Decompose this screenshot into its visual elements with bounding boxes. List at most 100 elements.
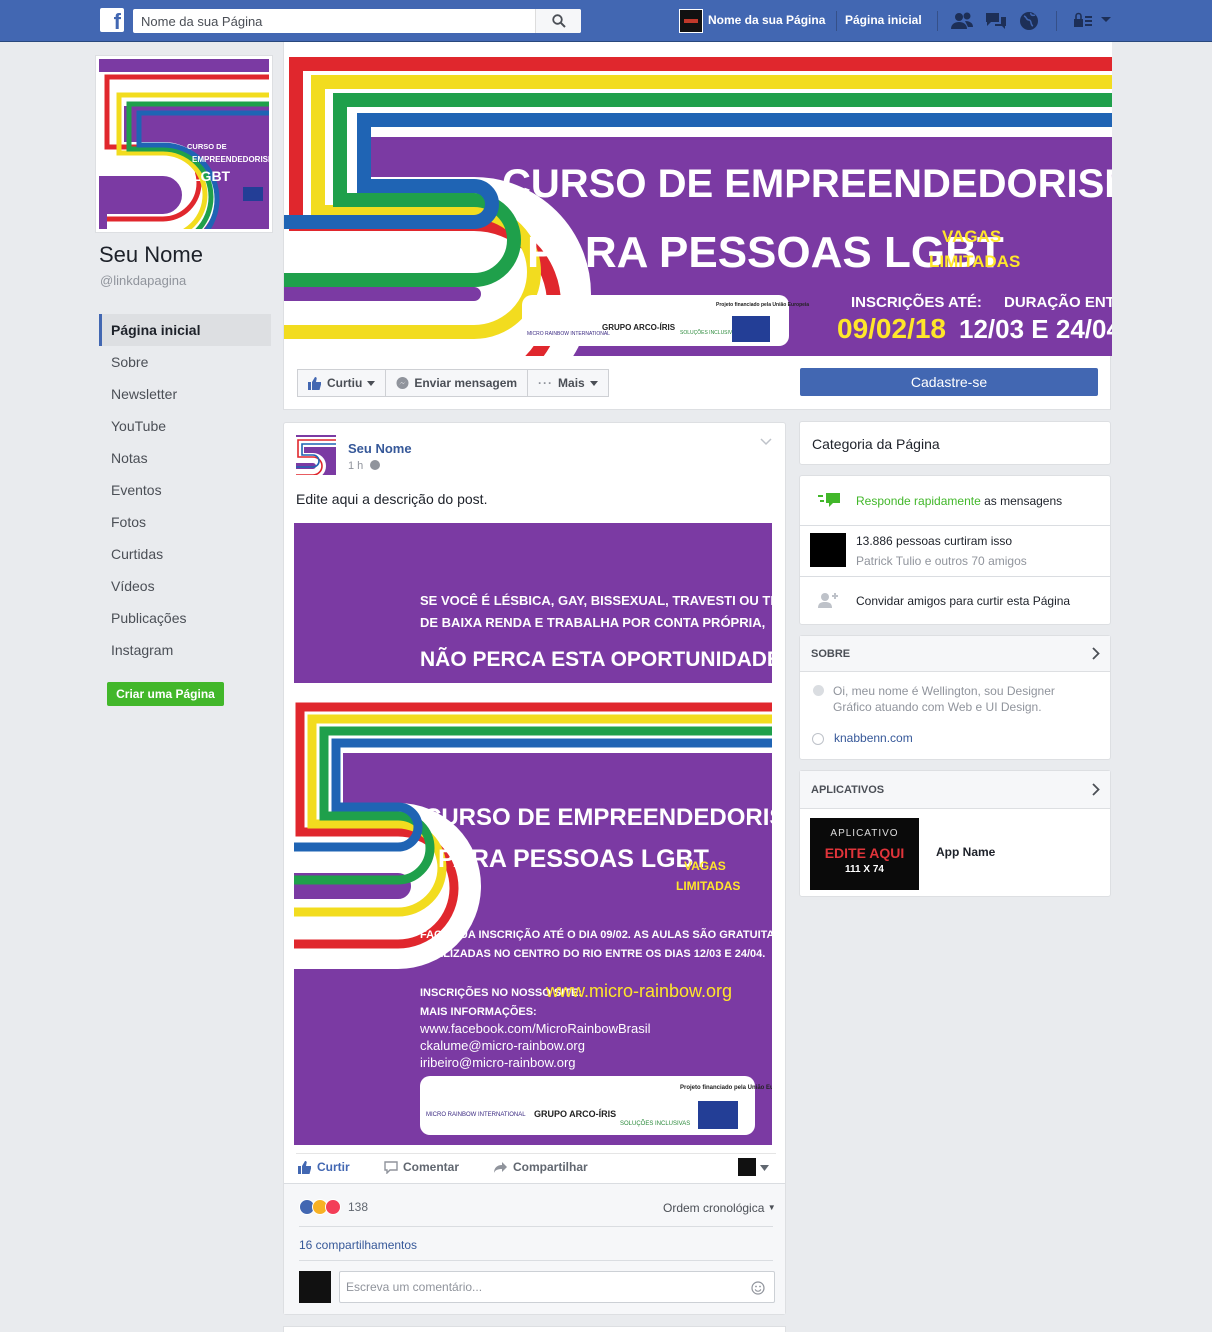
cover-artwork: CURSO DE EMPREENDEDORISMO PARA PESSOAS L… (284, 42, 1112, 356)
search-box (133, 9, 581, 33)
nav-item-posts[interactable]: Publicações (99, 602, 271, 634)
post-author-name[interactable]: Seu Nome (348, 441, 412, 456)
apps-card-header[interactable]: APLICATIVOS (800, 771, 1110, 809)
post-author-avatar[interactable] (296, 435, 336, 475)
account-menu-chevron-down-icon[interactable] (1100, 16, 1112, 24)
post-card: Seu Nome 1 h Edite aqui a descrição do p… (283, 422, 786, 1315)
comment-order-dropdown[interactable]: Ordem cronológica ▼ (663, 1201, 776, 1215)
nav-item-events[interactable]: Eventos (99, 474, 271, 506)
facebook-logo-icon[interactable]: f (100, 8, 124, 34)
nav-item-videos[interactable]: Vídeos (99, 570, 271, 602)
divider (800, 525, 1110, 526)
chevron-right-icon (1092, 647, 1100, 660)
reactions-summary[interactable]: 138 (299, 1199, 368, 1215)
signup-button[interactable]: Cadastre-se (800, 368, 1098, 396)
nav-item-likes[interactable]: Curtidas (99, 538, 271, 570)
divider (1056, 11, 1057, 31)
nav-item-home[interactable]: Página inicial (99, 314, 271, 346)
emoji-icon[interactable] (751, 1281, 765, 1295)
avatar-image (296, 435, 336, 475)
nav-item-notes[interactable]: Notas (99, 442, 271, 474)
fast-response-icon (818, 493, 840, 507)
shares-count-link[interactable]: 16 compartilhamentos (299, 1238, 417, 1252)
page-name[interactable]: Seu Nome (99, 242, 203, 268)
more-button[interactable]: ··· Mais (527, 369, 609, 397)
search-button[interactable] (535, 9, 581, 33)
profile-line3: LGBT (192, 168, 231, 184)
img-logo-2: GRUPO ARCO-ÍRIS (534, 1109, 616, 1119)
send-message-button[interactable]: Enviar mensagem (385, 369, 529, 397)
share-as-avatar[interactable] (738, 1158, 756, 1176)
profile-line2: EMPREENDEDORISMO (192, 155, 269, 164)
page-category[interactable]: Categoria da Página (812, 436, 940, 452)
love-reaction-icon (325, 1199, 341, 1215)
caret-down-icon: ▼ (767, 1203, 776, 1212)
friend-avatar[interactable] (810, 533, 846, 567)
nav-item-about[interactable]: Sobre (99, 346, 271, 378)
search-input[interactable] (133, 9, 533, 33)
page-username[interactable]: @linkdapagina (100, 273, 186, 288)
nav-item-youtube[interactable]: YouTube (99, 410, 271, 442)
notifications-globe-icon[interactable] (1018, 11, 1040, 31)
invite-friends-link[interactable]: Convidar amigos para curtir esta Página (856, 594, 1070, 608)
chevron-down-icon (367, 380, 376, 386)
cover-logo-3: SOLUÇÕES INCLUSIVAS (680, 329, 739, 336)
comment-button[interactable]: Comentar (384, 1160, 459, 1174)
post-timestamp[interactable]: 1 h (348, 460, 381, 472)
img-intro-2: DE BAIXA RENDA E TRABALHA POR CONTA PRÓP… (420, 615, 765, 630)
cover-logo-2: GRUPO ARCO-ÍRIS (602, 323, 676, 332)
app-thumb-line-1: APLICATIVO (830, 828, 899, 839)
about-description: Oi, meu nome é Wellington, sou Designer … (833, 683, 1055, 715)
cover-dur-dates: 12/03 E 24/04 (959, 314, 1112, 344)
app-name-link[interactable]: App Name (936, 845, 995, 859)
top-page-name-link[interactable]: Nome da sua Página (708, 13, 825, 27)
website-globe-icon (812, 733, 824, 745)
img-logo-1: MICRO RAINBOW INTERNATIONAL (426, 1112, 526, 1118)
img-logo-4: Projeto financiado pela União Europeia (680, 1085, 772, 1091)
nav-item-instagram[interactable]: Instagram (99, 634, 271, 666)
profile-picture[interactable]: CURSO DE EMPREENDEDORISMO LGBT (90, 55, 281, 256)
comment-input[interactable] (340, 1272, 730, 1302)
img-link-3: iribeiro@micro-rainbow.org (420, 1055, 576, 1070)
nav-item-photos[interactable]: Fotos (99, 506, 271, 538)
like-button[interactable]: Curtir (298, 1160, 350, 1174)
response-rate-highlight: Responde rapidamente (856, 494, 981, 508)
like-label: Curtir (317, 1160, 350, 1174)
reaction-count: 138 (348, 1200, 369, 1214)
add-friend-icon (818, 593, 838, 608)
cover-photo[interactable]: CURSO DE EMPREENDEDORISMO PARA PESSOAS L… (284, 42, 1112, 356)
post-options-chevron-down-icon[interactable] (760, 438, 772, 446)
about-text-line-2: Gráfico atuando com Web e UI Design. (833, 700, 1042, 714)
friends-like-text[interactable]: Patrick Tulio e outros 70 amigos (856, 554, 1027, 568)
cover-vagas-2: LIMITADAS (929, 252, 1020, 271)
create-page-button[interactable]: Criar uma Página (107, 682, 224, 706)
app-thumbnail[interactable]: APLICATIVO EDITE AQUI 111 X 74 (810, 818, 919, 890)
top-home-link[interactable]: Página inicial (845, 13, 922, 27)
about-text-line-1: Oi, meu nome é Wellington, sou Designer (833, 684, 1055, 698)
app-thumb-line-2: EDITE AQUI (824, 845, 905, 861)
divider (937, 11, 938, 31)
privacy-shortcuts-icon[interactable] (1073, 11, 1093, 31)
share-as-chevron-down-icon[interactable] (760, 1165, 769, 1171)
post-image[interactable]: SE VOCÊ É LÉSBICA, GAY, BISSEXUAL, TRAVE… (294, 523, 772, 1145)
page-likes-count[interactable]: 13.886 pessoas curtiram isso (856, 534, 1012, 548)
website-link[interactable]: knabbenn.com (834, 731, 913, 745)
page-action-bar: Curtiu Enviar mensagem ··· Mais (297, 369, 609, 397)
img-more-info: MAIS INFORMAÇÕES: (420, 1005, 537, 1018)
divider (299, 1260, 773, 1261)
nav-item-newsletter[interactable]: Newsletter (99, 378, 271, 410)
page-thumbnail-icon[interactable] (679, 9, 703, 33)
more-label: Mais (558, 376, 585, 390)
comment-bubble-icon (384, 1160, 398, 1174)
cover-vagas-1: VAGAS (942, 227, 1001, 246)
friend-requests-icon[interactable] (950, 11, 974, 31)
cover-insc-date: 09/02/18 (837, 313, 946, 344)
page-category-card: Categoria da Página (799, 421, 1111, 465)
post-action-bar: Curtir Comentar Compartilhar (296, 1153, 776, 1181)
cover-logo-4: Projeto financiado pela União Europeia (716, 302, 809, 308)
share-button[interactable]: Compartilhar (493, 1160, 588, 1174)
about-card-header[interactable]: SOBRE (800, 636, 1110, 672)
divider (836, 11, 837, 31)
liked-button[interactable]: Curtiu (297, 369, 387, 397)
messages-icon[interactable] (984, 11, 1008, 31)
